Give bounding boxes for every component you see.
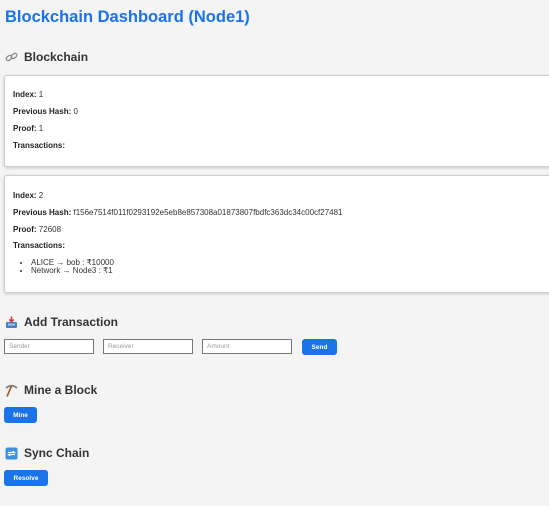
block-transactions-label: Transactions: — [13, 141, 66, 150]
resolve-button[interactable]: Resolve — [4, 470, 48, 486]
block-card-2: Index: 2 Previous Hash: f156e7514f011f02… — [4, 175, 549, 293]
block-proof-value: 1 — [38, 124, 44, 133]
page-title: Blockchain Dashboard (Node1) — [5, 8, 250, 26]
pickaxe-icon — [5, 384, 18, 397]
sync-section-title: Sync Chain — [5, 446, 89, 460]
block-previous-hash-value: 0 — [73, 107, 78, 116]
inbox-tray-icon — [5, 316, 18, 329]
block-index-value: 1 — [38, 90, 44, 99]
send-button[interactable]: Send — [302, 339, 337, 355]
block-card-1: Index: 1 Previous Hash: 0 Proof: 1 Trans… — [4, 75, 549, 167]
add-transaction-section-title: Add Transaction — [5, 315, 118, 329]
block-proof-value: 72608 — [38, 225, 62, 234]
sync-section-label: Sync Chain — [24, 446, 90, 460]
sender-input[interactable] — [4, 339, 94, 354]
blockchain-section-label: Blockchain — [24, 50, 89, 64]
block-proof: Proof: 72608 — [13, 225, 62, 234]
amount-input[interactable] — [202, 339, 292, 354]
add-transaction-section-label: Add Transaction — [24, 315, 119, 329]
block-proof: Proof: 1 — [13, 124, 44, 133]
transaction-list: ALICE → bob : ₹10000 Network → Node3 : ₹… — [13, 259, 114, 275]
block-index: Index: 1 — [13, 90, 44, 99]
block-previous-hash: Previous Hash: f156e7514f011f0293192e5eb… — [13, 208, 343, 217]
sync-icon — [5, 447, 18, 460]
mine-section-title: Mine a Block — [5, 383, 97, 397]
block-transactions-label: Transactions: — [13, 241, 66, 250]
block-index-value: 2 — [38, 191, 44, 200]
block-previous-hash-value: f156e7514f011f0293192e5eb8e857308a018738… — [73, 208, 343, 217]
blockchain-section-title: Blockchain — [5, 50, 88, 64]
receiver-input[interactable] — [103, 339, 193, 354]
mine-section-label: Mine a Block — [24, 383, 98, 397]
link-icon — [5, 51, 18, 64]
transaction-item: Network → Node3 : ₹1 — [31, 267, 114, 275]
block-previous-hash: Previous Hash: 0 — [13, 107, 78, 116]
mine-button[interactable]: Mine — [4, 407, 37, 423]
block-index: Index: 2 — [13, 191, 44, 200]
